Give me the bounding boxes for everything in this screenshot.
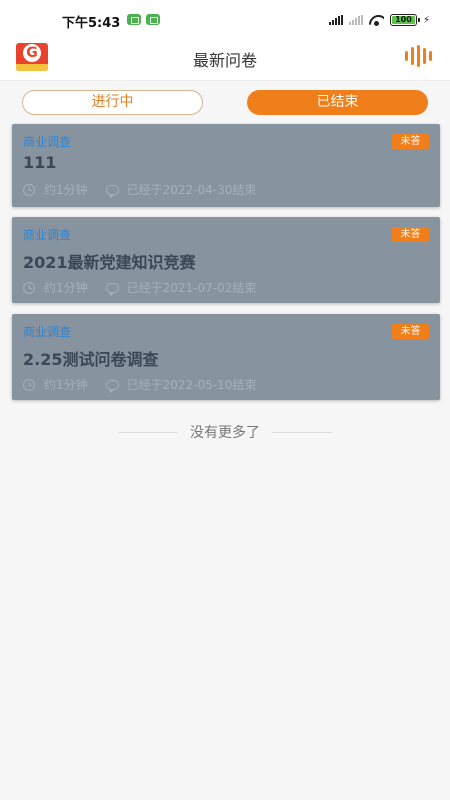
survey-title: 111 — [23, 153, 57, 172]
survey-duration: 约1分钟 — [44, 183, 88, 197]
notification-app-icon — [127, 14, 141, 25]
survey-end-date: 已经于2021-07-02结束 — [126, 281, 257, 295]
survey-end-date: 已经于2022-05-10结束 — [126, 378, 257, 392]
page-title: 最新问卷 — [192, 51, 257, 70]
no-more-text: 没有更多了 — [190, 425, 260, 441]
notification-icons — [127, 14, 160, 25]
divider — [118, 431, 178, 433]
survey-meta: 约1分钟 已经于2021-07-02结束 — [23, 279, 256, 296]
clock-icon — [23, 378, 35, 391]
survey-meta: 约1分钟 已经于2022-04-30结束 — [23, 181, 256, 198]
chat-bubble-icon — [105, 184, 119, 198]
divider — [272, 431, 332, 433]
status-bar: 下午5:43 100 ⚡ — [0, 0, 450, 40]
survey-card[interactable]: 商业调查 未答 2.25测试问卷调查 约1分钟 已经于2022-05-10结束 — [12, 314, 440, 400]
status-badge: 未答 — [392, 324, 429, 339]
tab-ended[interactable]: 已结束 — [247, 90, 428, 115]
notification-app-icon — [146, 14, 160, 25]
survey-category: 商业调查 — [23, 135, 72, 149]
status-tabs: 进行中 已结束 — [22, 90, 428, 115]
list-end-indicator: 没有更多了 — [0, 422, 450, 442]
app-header: G 最新问卷 — [0, 40, 450, 80]
status-badge: 未答 — [392, 227, 429, 242]
status-badge: 未答 — [392, 134, 429, 149]
tab-in-progress[interactable]: 进行中 — [22, 90, 203, 115]
survey-duration: 约1分钟 — [44, 378, 88, 392]
survey-category: 商业调查 — [23, 325, 72, 339]
survey-card[interactable]: 商业调查 未答 2021最新党建知识竞赛 约1分钟 已经于2021-07-02结… — [12, 217, 440, 303]
header-divider — [0, 80, 450, 81]
chat-bubble-icon — [105, 379, 119, 393]
clock-icon — [23, 183, 35, 196]
battery-icon: 100 — [389, 14, 420, 26]
survey-category: 商业调查 — [23, 228, 72, 242]
signal-icon — [328, 15, 343, 25]
voice-wave-icon[interactable] — [405, 45, 432, 67]
charging-icon: ⚡ — [422, 14, 430, 26]
survey-end-date: 已经于2022-04-30结束 — [126, 183, 257, 197]
signal-icon-secondary — [348, 15, 363, 25]
survey-title: 2021最新党建知识竞赛 — [23, 253, 196, 272]
wifi-icon — [369, 15, 384, 26]
clock-icon — [23, 281, 35, 294]
status-time: 下午5:43 — [62, 16, 121, 31]
survey-title: 2.25测试问卷调查 — [23, 350, 159, 369]
survey-card[interactable]: 商业调查 未答 111 约1分钟 已经于2022-04-30结束 — [12, 124, 440, 207]
chat-bubble-icon — [105, 282, 119, 296]
survey-duration: 约1分钟 — [44, 281, 88, 295]
system-icons: 100 ⚡ — [328, 14, 430, 26]
survey-meta: 约1分钟 已经于2022-05-10结束 — [23, 376, 256, 393]
battery-level: 100 — [395, 15, 412, 24]
